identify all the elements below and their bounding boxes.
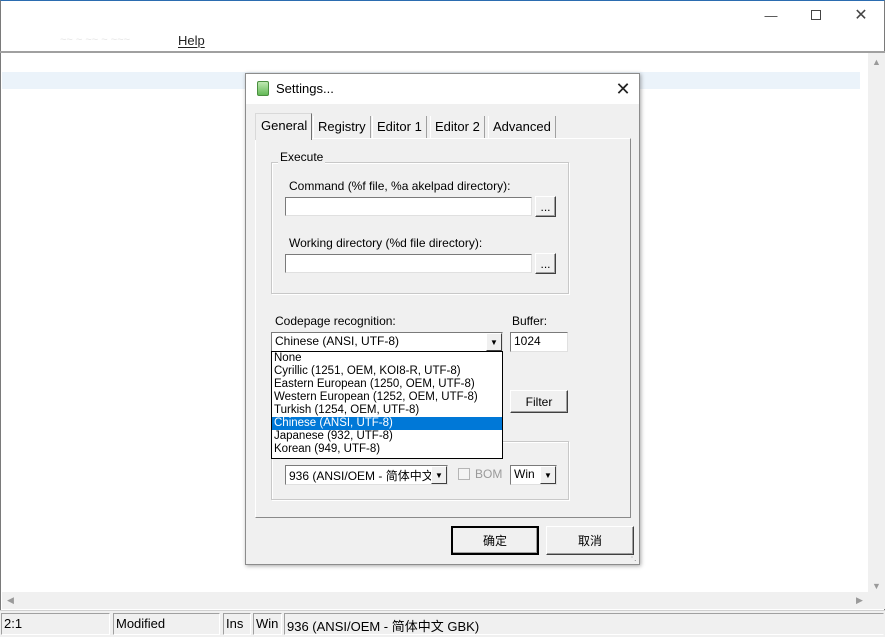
status-modified: Modified — [113, 613, 220, 635]
close-icon: ✕ — [615, 78, 631, 99]
codepage-recognition-label: Codepage recognition: — [275, 314, 396, 328]
default-codepage-select[interactable]: 936 (ANSI/OEM - 简体中文 — [285, 465, 448, 485]
command-label: Command (%f file, %a akelpad directory): — [289, 179, 511, 193]
scroll-up-icon[interactable]: ▲ — [868, 53, 885, 70]
workdir-input[interactable] — [285, 254, 532, 273]
status-insert-mode: Ins — [223, 613, 251, 635]
dropdown-option[interactable]: Japanese (932, UTF-8) — [272, 430, 502, 443]
chevron-down-icon[interactable]: ▼ — [431, 466, 447, 484]
chevron-down-icon[interactable]: ▼ — [486, 333, 502, 351]
minimize-icon: — — [764, 7, 778, 23]
newline-value: Win — [514, 467, 535, 481]
execute-group-title: Execute — [278, 150, 326, 164]
ok-button[interactable]: 确定 — [451, 526, 539, 555]
close-icon: ✕ — [854, 7, 868, 24]
cancel-button[interactable]: 取消 — [546, 526, 634, 555]
minimize-button[interactable]: — — [748, 0, 794, 30]
settings-dialog: Settings... ✕ General Registry Editor 1 … — [245, 73, 640, 565]
tab-advanced[interactable]: Advanced — [488, 116, 556, 138]
scroll-left-icon[interactable]: ◀ — [2, 592, 19, 609]
menu-help[interactable]: Help — [178, 33, 205, 48]
dialog-titlebar: Settings... ✕ — [246, 74, 639, 104]
status-position: 2:1 — [1, 613, 110, 635]
buffer-label: Buffer: — [512, 314, 548, 328]
maximize-icon — [811, 10, 821, 20]
close-button[interactable]: ✕ — [838, 0, 884, 30]
tab-general[interactable]: General — [255, 113, 313, 140]
command-browse-button[interactable]: ... — [535, 196, 556, 217]
dropdown-option[interactable]: Western European (1252, OEM, UTF-8) — [272, 391, 502, 404]
dropdown-option[interactable]: Eastern European (1250, OEM, UTF-8) — [272, 378, 502, 391]
default-codepage-value: 936 (ANSI/OEM - 简体中文 — [289, 469, 434, 483]
codepage-dropdown-list[interactable]: None Cyrillic (1251, OEM, KOI8-R, UTF-8)… — [271, 351, 503, 459]
chevron-down-icon[interactable]: ▼ — [540, 466, 556, 484]
bom-label: BOM — [475, 467, 503, 481]
scroll-right-icon[interactable]: ▶ — [851, 592, 868, 609]
workdir-label: Working directory (%d file directory): — [289, 236, 483, 250]
tab-editor-1[interactable]: Editor 1 — [372, 116, 427, 138]
bom-checkbox[interactable] — [458, 468, 470, 480]
command-input[interactable] — [285, 197, 532, 216]
dropdown-option-selected[interactable]: Chinese (ANSI, UTF-8) — [272, 417, 502, 430]
filter-button[interactable]: Filter — [510, 390, 568, 413]
dropdown-option[interactable]: None — [272, 352, 502, 365]
scrollbar-corner — [868, 592, 885, 609]
dropdown-option[interactable]: Turkish (1254, OEM, UTF-8) — [272, 404, 502, 417]
dropdown-option[interactable]: Korean (949, UTF-8) — [272, 443, 502, 456]
buffer-input[interactable]: 1024 — [510, 332, 568, 352]
codepage-recognition-select[interactable]: Chinese (ANSI, UTF-8) — [271, 332, 503, 352]
workdir-browse-button[interactable]: ... — [535, 253, 556, 274]
notepad-icon — [257, 81, 269, 96]
status-newline: Win — [253, 613, 282, 635]
menu-bar: ~~ ~ ~~ ~ ~~~ Help — [0, 30, 885, 52]
tab-registry[interactable]: Registry — [313, 116, 371, 138]
menu-items-blurred[interactable]: ~~ ~ ~~ ~ ~~~ — [60, 34, 130, 46]
vertical-scrollbar[interactable]: ▲ ▼ — [868, 53, 885, 594]
status-bar: 2:1 Modified Ins Win 936 (ANSI/OEM - 简体中… — [0, 610, 885, 637]
dialog-title: Settings... — [276, 81, 334, 96]
horizontal-scrollbar[interactable]: ◀ ▶ — [2, 592, 868, 609]
dialog-close-button[interactable]: ✕ — [611, 77, 635, 101]
dropdown-option[interactable]: Cyrillic (1251, OEM, KOI8-R, UTF-8) — [272, 365, 502, 378]
tab-editor-2[interactable]: Editor 2 — [430, 116, 485, 138]
maximize-button[interactable] — [793, 0, 839, 30]
resize-grip-icon[interactable]: ⋱ — [627, 552, 639, 564]
status-codepage: 936 (ANSI/OEM - 简体中文 GBK) — [284, 613, 884, 635]
codepage-recognition-value: Chinese (ANSI, UTF-8) — [275, 334, 400, 348]
